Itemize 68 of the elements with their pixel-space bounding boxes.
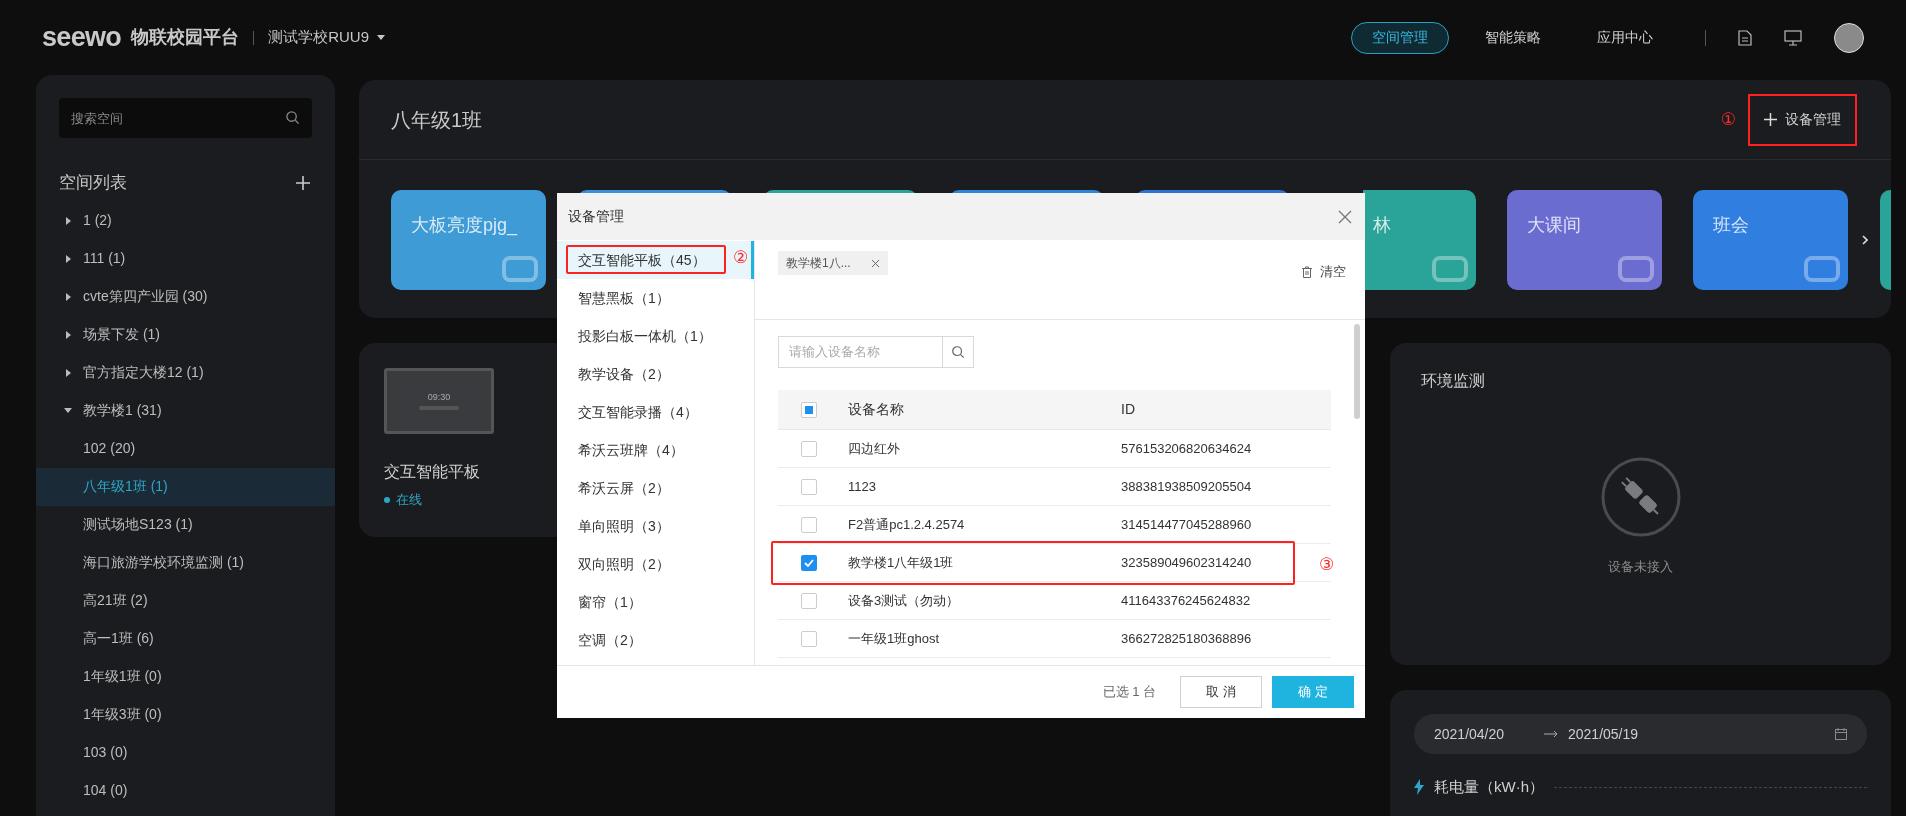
tree-item[interactable]: 场景下发 (1) bbox=[36, 315, 335, 354]
column-header: ID bbox=[1121, 400, 1135, 419]
device-name: 交互智能平板 bbox=[384, 462, 480, 482]
category-item[interactable]: 双向照明（2） bbox=[557, 545, 754, 583]
tree-item[interactable]: 高一1班 (6) bbox=[36, 619, 335, 658]
tree-item[interactable]: 102 (20) bbox=[36, 429, 335, 468]
empty-message: 设备未接入 bbox=[1608, 558, 1673, 576]
tree-item[interactable]: 1 (2) bbox=[36, 201, 335, 240]
tree-item[interactable]: 测试场地S123 (1) bbox=[36, 505, 335, 544]
table-cell-text: 576153206820634624 bbox=[1121, 439, 1252, 458]
section-title: 空间列表 bbox=[59, 172, 127, 194]
category-item[interactable]: 交互智能录播（4） bbox=[557, 393, 754, 431]
table-cell-text: 四边红外 bbox=[848, 439, 901, 458]
tree-item[interactable]: 海口旅游学校环境监测 (1) bbox=[36, 543, 335, 582]
table-cell-text: 323589049602314240 bbox=[1121, 553, 1252, 572]
nav-tab[interactable]: 空间管理 bbox=[1351, 21, 1449, 54]
column-header: 设备名称 bbox=[848, 400, 905, 419]
dialog-title: 设备管理 bbox=[568, 207, 624, 226]
nav-tab[interactable]: 智能策略 bbox=[1465, 21, 1561, 54]
scene-card[interactable]: 大课间 bbox=[1507, 190, 1662, 290]
tree-item[interactable]: 官方指定大楼12 (1) bbox=[36, 353, 335, 392]
table-cell-text: 1123 bbox=[848, 477, 877, 496]
table-cell-text: 388381938509205504 bbox=[1121, 477, 1252, 496]
category-item[interactable]: 空调（2） bbox=[557, 621, 754, 659]
selected-tag[interactable]: 教学楼1八... bbox=[778, 251, 888, 275]
panel-title: 环境监测 bbox=[1421, 371, 1485, 391]
category-item[interactable]: 教学设备（2） bbox=[557, 355, 754, 393]
table-cell-text: 设备3测试（勿动） bbox=[848, 591, 961, 610]
logo: seewo bbox=[42, 21, 122, 55]
selection-summary: 已选 1 台 bbox=[1102, 683, 1156, 702]
category-item[interactable]: 交互智能平板（45） ② bbox=[557, 241, 754, 279]
table-cell-text: F2普通pc1.2.4.2574 bbox=[848, 515, 966, 534]
category-item[interactable]: 智慧黑板（1） bbox=[557, 279, 754, 317]
table-cell-text: 411643376245624832 bbox=[1121, 591, 1251, 610]
school-selector[interactable]: 测试学校RUU9 bbox=[268, 26, 385, 49]
date-range-field[interactable]: 2021/04/20 2021/05/19 bbox=[1414, 714, 1867, 754]
tree-item[interactable]: 教学楼1 (31) bbox=[36, 391, 335, 430]
metric-title: 耗电量（kW·h） bbox=[1434, 777, 1544, 797]
tree-item[interactable]: cvte第四产业园 (30) bbox=[36, 277, 335, 316]
space-title: 八年级1班 bbox=[391, 107, 483, 133]
table-cell-text: 366272825180368896 bbox=[1121, 629, 1252, 648]
table-cell-text: 一年级1班ghost bbox=[848, 629, 941, 648]
category-item[interactable]: 希沃云屏（2） bbox=[557, 469, 754, 507]
tablet-drawing: 09:30 bbox=[384, 368, 494, 434]
device-manage-button[interactable]: 设备管理 bbox=[1764, 109, 1841, 130]
category-item[interactable]: 投影白板一体机（1） bbox=[557, 317, 754, 355]
platform-title: 物联校园平台 bbox=[131, 26, 240, 49]
callout-number: ② bbox=[733, 249, 749, 266]
category-item[interactable]: 希沃云班牌（4） bbox=[557, 431, 754, 469]
category-item[interactable]: 窗帘（1） bbox=[557, 583, 754, 621]
tree-item[interactable]: 八年级1班 (1) bbox=[36, 467, 335, 506]
clear-button[interactable]: 清空 bbox=[1302, 262, 1346, 282]
nav-tab[interactable]: 应用中心 bbox=[1577, 21, 1673, 54]
tree-item[interactable]: 1年级1班 (0) bbox=[36, 657, 335, 696]
device-status: 在线 bbox=[396, 491, 422, 509]
category-item[interactable]: 单向照明（3） bbox=[557, 507, 754, 545]
tree-item[interactable]: 1年级3班 (0) bbox=[36, 695, 335, 734]
callout-number: ③ bbox=[1319, 556, 1335, 573]
table-cell-text: 教学楼1八年级1班 bbox=[848, 553, 955, 572]
tree-item[interactable]: 高21班 (2) bbox=[36, 581, 335, 620]
callout-number: ① bbox=[1720, 107, 1736, 131]
tree-item[interactable]: 103 (0) bbox=[36, 733, 335, 772]
search-field[interactable]: 请输入设备名称 bbox=[778, 336, 943, 368]
table-cell-text: 314514477045288960 bbox=[1121, 515, 1252, 534]
search-field[interactable]: 搜索空间 bbox=[59, 98, 312, 138]
cancel-button[interactable]: 取 消 bbox=[1180, 676, 1262, 708]
tree-item[interactable]: 104 (0) bbox=[36, 771, 335, 810]
tree-item[interactable]: 111 (1) bbox=[36, 239, 335, 278]
